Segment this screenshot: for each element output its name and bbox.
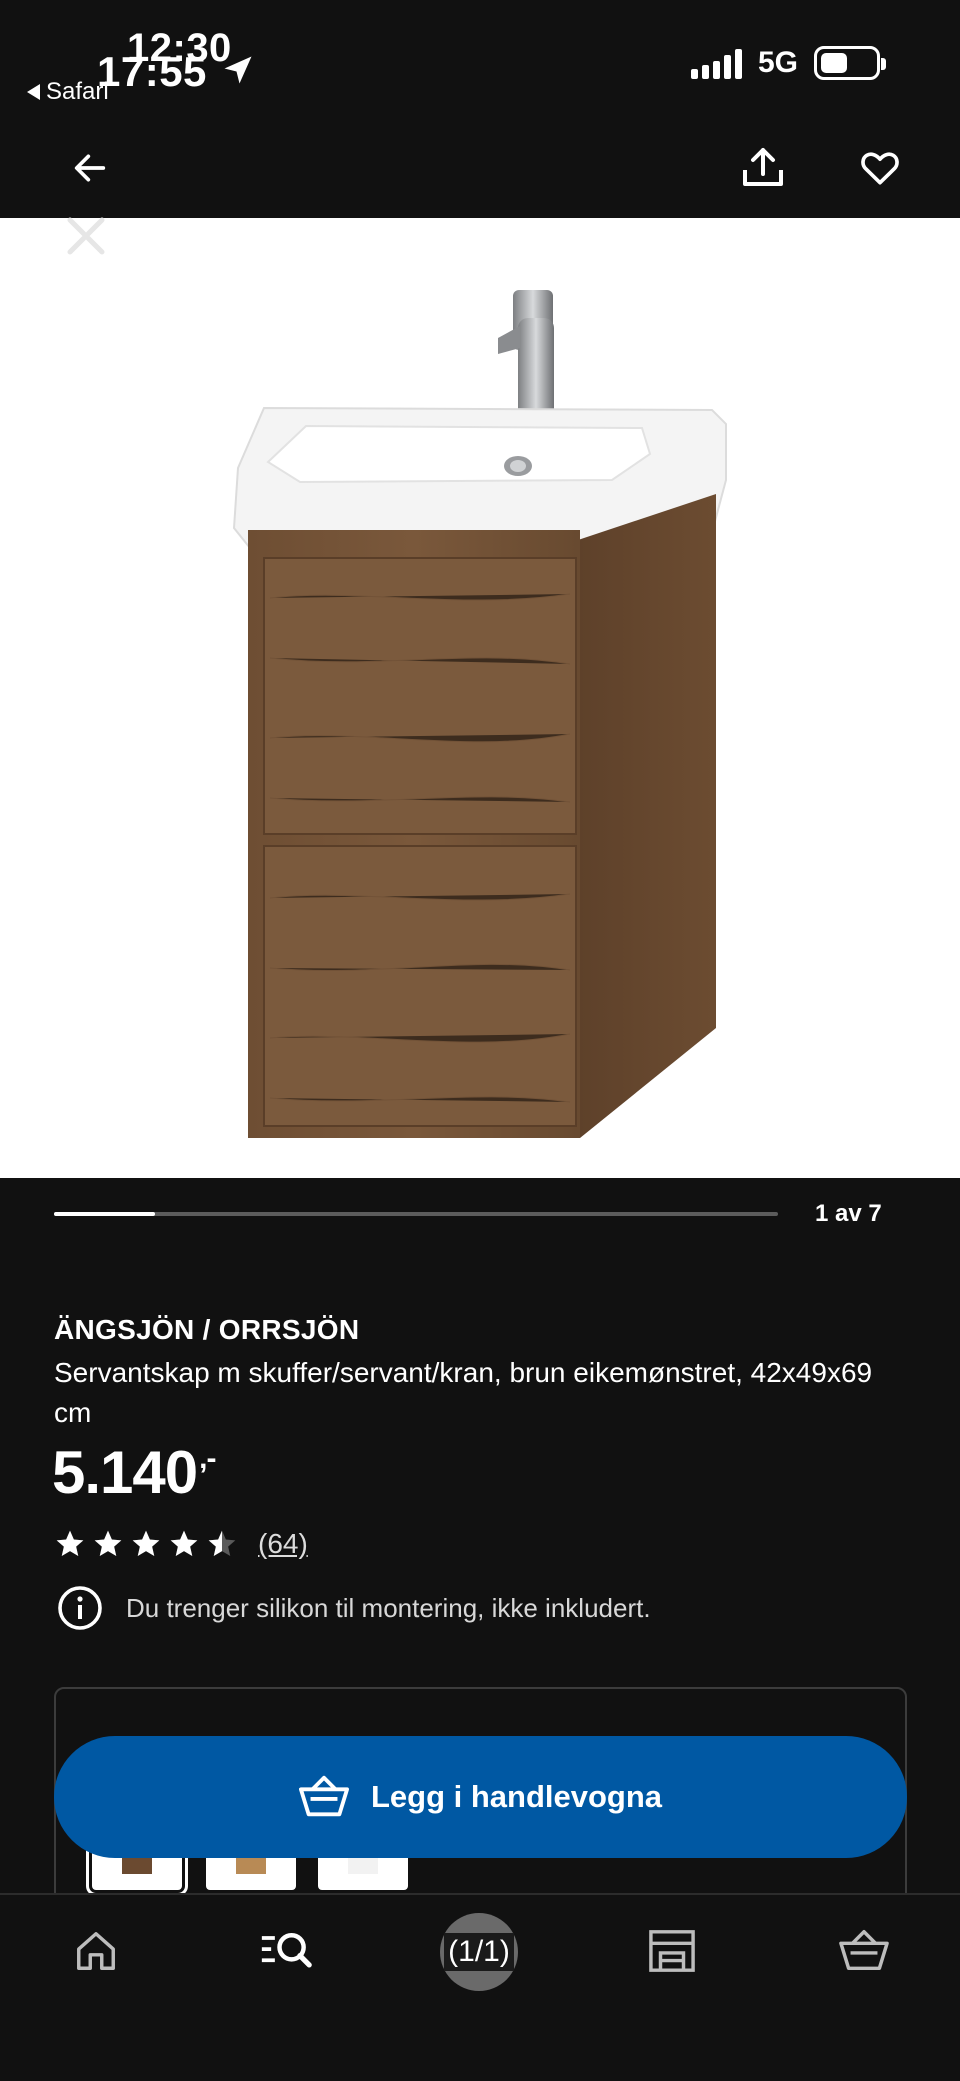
signal-icon [690, 47, 742, 79]
share-button[interactable] [733, 138, 793, 198]
app-header [0, 120, 960, 218]
cart-icon [839, 1930, 889, 1971]
star-icon [208, 1530, 236, 1556]
product-image[interactable] [0, 218, 960, 1178]
price-value: 5.140 [52, 1439, 198, 1506]
safari-back-label: Safari [46, 78, 109, 105]
location-arrow-icon [224, 56, 252, 84]
add-to-cart-label: Legg i handlevogna [370, 1779, 663, 1814]
vanity-cabinet-illustration [232, 290, 727, 1138]
back-button[interactable] [60, 138, 120, 198]
review-count-link[interactable]: (64) [258, 1528, 308, 1560]
nav-home[interactable] [66, 1923, 126, 1979]
status-indicators: 5G [690, 46, 886, 80]
image-progress-label: 1 av 7 [815, 1200, 882, 1227]
safari-back-link[interactable]: Safari [27, 78, 109, 106]
store-icon [649, 1930, 695, 1972]
notice-text: Du trenger silikon til montering, ikke i… [126, 1592, 651, 1623]
nav-store[interactable] [642, 1923, 702, 1979]
battery-icon [814, 46, 886, 80]
star-icon [170, 1530, 198, 1556]
status-bar: 12:30 17:55 Safari 5G [0, 0, 960, 120]
star-icon [132, 1530, 160, 1556]
product-page: 12:30 17:55 Safari 5G 1 av 7 ÄNGSJÖN / O… [0, 0, 960, 2081]
product-description: Servantskap m skuffer/servant/kran, brun… [54, 1357, 873, 1428]
back-triangle-icon [27, 84, 40, 100]
product-price: 5.140 ,- [52, 1438, 217, 1507]
page-counter[interactable]: (1/1) [440, 1913, 518, 1991]
star-icon [56, 1530, 84, 1556]
rating[interactable]: (64) [54, 1528, 308, 1560]
status-time: 17:55 [97, 48, 207, 95]
page-counter-label: (1/1) [444, 1933, 514, 1971]
price-suffix: ,- [199, 1442, 216, 1475]
add-to-cart-button[interactable]: Legg i handlevogna [54, 1736, 907, 1858]
heart-icon [861, 152, 899, 185]
search-icon [261, 1932, 312, 1968]
star-icon [94, 1530, 122, 1556]
favorite-button[interactable] [850, 138, 910, 198]
info-notice: Du trenger silikon til montering, ikke i… [56, 1584, 651, 1632]
info-icon [58, 1586, 102, 1630]
share-icon [743, 148, 783, 186]
nav-search[interactable] [256, 1923, 316, 1979]
product-name: ÄNGSJÖN / ORRSJÖN [54, 1314, 360, 1345]
close-icon[interactable] [62, 212, 110, 260]
nav-cart[interactable] [834, 1923, 894, 1979]
bottom-navigation: (1/1) [0, 1893, 960, 2081]
arrow-left-icon [74, 154, 106, 182]
cart-icon [298, 1775, 349, 1817]
rating-stars [54, 1528, 238, 1560]
home-icon [77, 1932, 115, 1970]
network-label: 5G [757, 46, 798, 79]
image-progress-fill [54, 1212, 156, 1216]
image-progress-track [54, 1212, 778, 1216]
